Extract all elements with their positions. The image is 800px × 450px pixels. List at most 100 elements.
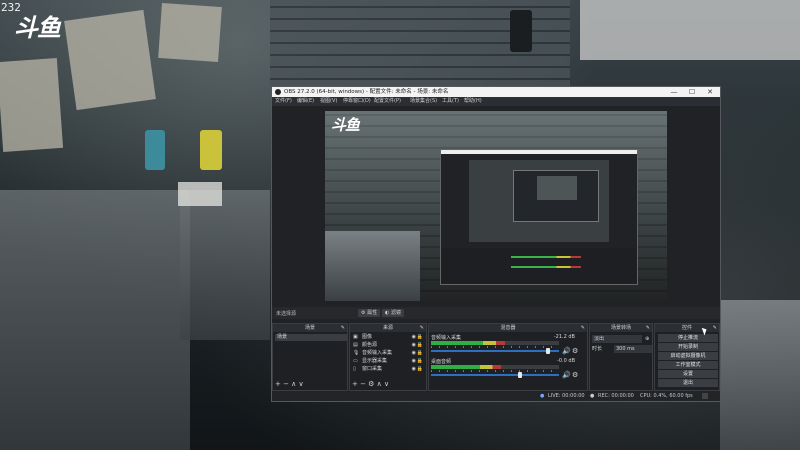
eye-icon[interactable]: ◉	[412, 350, 416, 357]
controls-header: 控件 ✎	[655, 324, 719, 332]
source-item[interactable]: ▭ 显示器采集 ◉ 🔒	[352, 358, 424, 365]
wall-poster	[64, 9, 156, 111]
wall-poster	[0, 58, 64, 152]
network-health-icon	[702, 393, 708, 399]
sources-title: 来源	[382, 325, 393, 331]
audio-input-icon: 🎙	[353, 350, 360, 356]
menu-help[interactable]: 帮助(H)	[464, 98, 482, 105]
color-icon: ▤	[353, 342, 358, 348]
source-item[interactable]: ▯ 窗口采集 ◉ 🔒	[352, 366, 424, 373]
plus-icon[interactable]: ⊕	[645, 335, 649, 343]
eye-icon[interactable]: ◉	[412, 334, 416, 341]
level-fill	[431, 341, 506, 345]
channel-name: 桌面音频	[431, 359, 452, 365]
stop-streaming-button[interactable]: 停止推流	[658, 334, 718, 342]
transition-select[interactable]: 淡出	[592, 335, 642, 343]
live-indicator-icon: ●	[540, 393, 545, 399]
pin-icon[interactable]: ✎	[713, 324, 717, 332]
level-fill	[431, 365, 502, 369]
menu-view[interactable]: 视图(V)	[320, 98, 337, 105]
nested-inner-preview	[537, 176, 577, 200]
window-title: OBS 27.2.0 (64-bit, windows) - 配置文件: 未命名…	[284, 89, 449, 95]
studio-mode-button[interactable]: 工作室模式	[658, 361, 718, 369]
paint-can	[200, 130, 222, 170]
mixer-channel: 桌面音频 -0.0 dB 🔊 ⚙	[431, 358, 581, 380]
window-capture-icon: ▯	[353, 366, 356, 372]
channel-db: -21.2 dB	[553, 334, 575, 340]
filters-button[interactable]: ◐ 滤镜	[382, 309, 404, 317]
lock-icon[interactable]: 🔒	[417, 358, 423, 365]
douyu-logo: 斗鱼	[14, 14, 61, 42]
source-name: 音频输入采集	[362, 350, 393, 356]
lock-icon[interactable]: 🔒	[417, 342, 423, 349]
lock-icon[interactable]: 🔒	[417, 334, 423, 341]
volume-knob[interactable]	[546, 348, 551, 354]
exit-button[interactable]: 退出	[658, 379, 718, 387]
menu-profile[interactable]: 配置文件(P)	[374, 98, 401, 105]
minimize-button[interactable]: —	[666, 87, 682, 97]
pin-icon[interactable]: ✎	[581, 324, 585, 332]
nested-title-bar	[441, 150, 637, 154]
menu-file[interactable]: 文件(F)	[275, 98, 292, 105]
controls-dock: 控件 ✎ 停止推流 开始录制 启动虚拟摄像机 工作室模式 设置 退出	[654, 323, 720, 391]
scene-list-item[interactable]: 场景	[275, 334, 347, 341]
source-item[interactable]: ▣ 图像 ◉ 🔒	[352, 334, 424, 341]
rec-time: REC: 00:00:00	[598, 393, 634, 399]
cpu-fps: CPU: 0.4%, 60.00 fps	[640, 393, 693, 399]
menu-edit[interactable]: 编辑(E)	[297, 98, 314, 105]
source-name: 图像	[362, 334, 373, 340]
volume-knob[interactable]	[517, 372, 522, 378]
source-item[interactable]: 🎙 音频输入采集 ◉ 🔒	[352, 350, 424, 357]
pin-icon[interactable]: ✎	[646, 324, 650, 332]
menu-bar: 文件(F) 编辑(E) 视图(V) 停靠窗口(D) 配置文件(P) 场景集合(S…	[272, 97, 720, 106]
sources-toolbar[interactable]: + − ⚙ ∧ ∨	[352, 380, 389, 388]
wall-notice	[580, 0, 800, 60]
source-name: 颜色源	[362, 342, 378, 348]
duration-label: 时长	[592, 346, 603, 352]
obs-window: OBS 27.2.0 (64-bit, windows) - 配置文件: 未命名…	[271, 86, 721, 402]
eye-icon[interactable]: ◉	[412, 366, 416, 373]
source-name: 窗口采集	[362, 366, 383, 372]
filing-cabinet	[0, 190, 190, 450]
properties-button[interactable]: ⚙ 属性	[358, 309, 381, 317]
scenes-toolbar[interactable]: + − ∧ ∨	[275, 380, 304, 388]
eye-icon[interactable]: ◉	[412, 342, 416, 349]
duration-input[interactable]: 300 ms	[614, 345, 652, 353]
filing-cabinet	[180, 190, 270, 340]
pin-icon[interactable]: ✎	[420, 324, 424, 332]
volume-slider[interactable]	[431, 374, 559, 376]
paper-sheet	[178, 182, 222, 206]
close-button[interactable]: ✕	[702, 87, 718, 97]
preview-canvas[interactable]: 斗鱼	[325, 111, 667, 301]
level-meter	[431, 341, 559, 345]
lock-icon[interactable]: 🔒	[417, 366, 423, 373]
start-recording-button[interactable]: 开始录制	[658, 343, 718, 351]
speaker-icon[interactable]: 🔊	[562, 347, 571, 355]
transitions-header: 场景转场 ✎	[590, 324, 652, 332]
maximize-button[interactable]: ☐	[684, 87, 700, 97]
mixer-header: 混音器 ✎	[429, 324, 587, 332]
nested-docks	[441, 248, 637, 284]
filters-label: 滤镜	[390, 310, 401, 316]
start-virtual-camera-button[interactable]: 启动虚拟摄像机	[658, 352, 718, 360]
status-bar: ● LIVE: 00:00:00 ● REC: 00:00:00 CPU: 0.…	[272, 391, 720, 401]
settings-button[interactable]: 设置	[658, 370, 718, 378]
level-meter	[431, 365, 559, 369]
nested-obs-preview	[440, 149, 638, 285]
speaker-icon[interactable]: 🔊	[562, 371, 571, 379]
source-item[interactable]: ▤ 颜色源 ◉ 🔒	[352, 342, 424, 349]
menu-docks[interactable]: 停靠窗口(D)	[343, 98, 371, 105]
lock-icon[interactable]: 🔒	[417, 350, 423, 357]
transitions-dock: 场景转场 ✎ 淡出 ⊕ 时长 300 ms	[589, 323, 653, 391]
preview-cabinet	[325, 231, 420, 301]
gear-icon[interactable]: ⚙	[572, 371, 578, 379]
sources-header: 来源 ✎	[350, 324, 426, 332]
pin-icon[interactable]: ✎	[341, 324, 345, 332]
gear-icon[interactable]: ⚙	[572, 347, 578, 355]
no-source-selected-label: 未选择源	[276, 311, 297, 317]
volume-slider[interactable]	[431, 350, 559, 352]
menu-scene-collection[interactable]: 场景集合(S)	[410, 98, 437, 105]
mixer-channel: 音频输入采集 -21.2 dB 🔊 ⚙	[431, 334, 581, 356]
eye-icon[interactable]: ◉	[412, 358, 416, 365]
menu-tools[interactable]: 工具(T)	[442, 98, 459, 105]
